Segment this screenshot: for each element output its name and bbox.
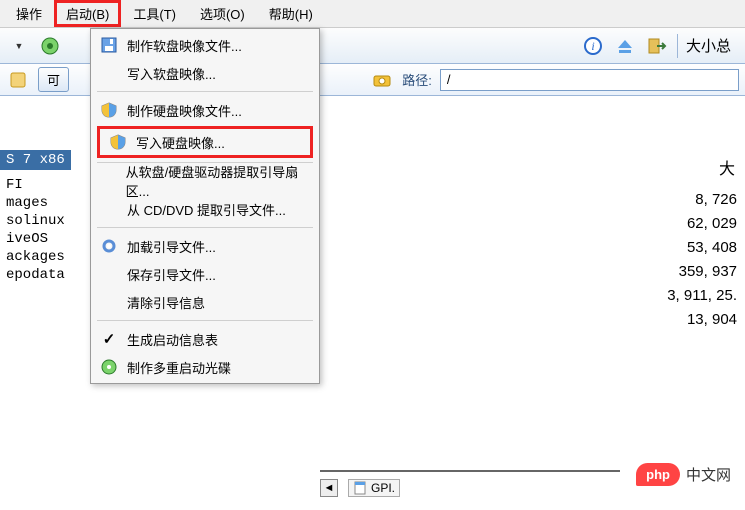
menu-separator <box>97 227 313 228</box>
tree-item[interactable]: FI <box>0 176 90 194</box>
status-label: GPI. <box>371 481 395 495</box>
disc-icon <box>99 357 119 377</box>
path-label: 路径: <box>402 70 432 89</box>
menu-options[interactable]: 选项(O) <box>188 0 257 27</box>
gear-icon <box>99 236 119 256</box>
menu-make-hdd-image[interactable]: 制作硬盘映像文件... <box>91 96 319 124</box>
svg-text:i: i <box>591 39 594 53</box>
history-dropdown-icon[interactable]: ▼ <box>6 34 30 58</box>
tree-list: FI mages solinux iveOS ackages epodata <box>0 176 90 284</box>
tree-item[interactable]: mages <box>0 194 90 212</box>
menu-label: 加载引导文件... <box>127 237 216 256</box>
watermark-logo: php 中文网 <box>636 463 731 486</box>
size-value: 62, 029 <box>637 212 737 236</box>
php-badge: php <box>636 463 680 486</box>
menu-label: 写入软盘映像... <box>127 64 216 83</box>
menu-label: 制作硬盘映像文件... <box>127 101 242 120</box>
menu-label: 从 CD/DVD 提取引导文件... <box>127 200 286 219</box>
menu-load-boot-file[interactable]: 加载引导文件... <box>91 232 319 260</box>
bootable-button[interactable]: 可 <box>38 67 69 92</box>
menubar: 操作 启动(B) 工具(T) 选项(O) 帮助(H) <box>0 0 745 28</box>
file-icon <box>353 481 367 495</box>
menu-gen-boot-table[interactable]: ✓ 生成启动信息表 <box>91 325 319 353</box>
menu-label: 从软盘/硬盘驱动器提取引导扇区... <box>126 162 309 200</box>
blank-icon <box>99 199 119 219</box>
blank-icon <box>99 63 119 83</box>
menu-save-boot-file[interactable]: 保存引导文件... <box>91 260 319 288</box>
book-icon[interactable] <box>6 68 30 92</box>
total-size-label: 大小总 <box>686 35 731 56</box>
shield-icon <box>108 132 128 152</box>
menu-operation[interactable]: 操作 <box>4 0 54 27</box>
menu-extract-bootsector[interactable]: 从软盘/硬盘驱动器提取引导扇区... <box>91 167 319 195</box>
menu-clear-boot-info[interactable]: 清除引导信息 <box>91 288 319 316</box>
menu-make-multiboot-disc[interactable]: 制作多重启动光碟 <box>91 353 319 381</box>
menu-label: 保存引导文件... <box>127 265 216 284</box>
menu-help[interactable]: 帮助(H) <box>257 0 325 27</box>
size-value: 359, 937 <box>637 260 737 284</box>
tree-item[interactable]: ackages <box>0 248 90 266</box>
size-column: 大 8, 726 62, 029 53, 408 359, 937 3, 911… <box>637 158 737 332</box>
size-value: 13, 904 <box>637 308 737 332</box>
menu-label: 制作软盘映像文件... <box>127 36 242 55</box>
menu-separator <box>97 320 313 321</box>
menu-make-floppy-image[interactable]: 制作软盘映像文件... <box>91 31 319 59</box>
exit-icon[interactable] <box>645 34 669 58</box>
size-value: 8, 726 <box>637 188 737 212</box>
path-input[interactable] <box>440 69 739 91</box>
blank-icon <box>99 264 119 284</box>
size-value: 3, 911, 25. <box>637 284 737 308</box>
scroll-left-button[interactable]: ◄ <box>320 479 338 497</box>
burn-icon[interactable] <box>38 34 62 58</box>
size-value: 53, 408 <box>637 236 737 260</box>
menu-boot[interactable]: 启动(B) <box>54 0 121 27</box>
menu-write-hdd-image[interactable]: 写入硬盘映像... <box>100 129 310 155</box>
eject-icon[interactable] <box>613 34 637 58</box>
tree-item[interactable]: iveOS <box>0 230 90 248</box>
menu-tools[interactable]: 工具(T) <box>121 0 188 27</box>
blank-icon <box>99 292 119 312</box>
bottom-pane: ◄ GPI. <box>320 470 620 500</box>
tree-item[interactable]: solinux <box>0 212 90 230</box>
watermark-label: 中文网 <box>686 464 731 485</box>
menu-label: 制作多重启动光碟 <box>127 358 231 377</box>
floppy-icon <box>99 35 119 55</box>
menu-write-floppy-image[interactable]: 写入软盘映像... <box>91 59 319 87</box>
boot-menu-dropdown: 制作软盘映像文件... 写入软盘映像... 制作硬盘映像文件... 写入硬盘映像… <box>90 28 320 384</box>
shield-icon <box>99 100 119 120</box>
menu-separator <box>97 91 313 92</box>
info-icon[interactable]: i <box>581 34 605 58</box>
menu-label: 写入硬盘映像... <box>136 133 225 152</box>
blank-icon <box>99 171 118 191</box>
checkmark-icon: ✓ <box>99 329 119 349</box>
tree-tab[interactable]: S 7 x86 <box>0 150 71 170</box>
tree-item[interactable]: epodata <box>0 266 90 284</box>
menu-label: 生成启动信息表 <box>127 330 218 349</box>
menu-label: 清除引导信息 <box>127 293 205 312</box>
status-item-gpl[interactable]: GPI. <box>348 479 400 497</box>
size-column-header: 大 <box>637 158 737 182</box>
camera-icon[interactable] <box>370 68 394 92</box>
highlighted-menu-item: 写入硬盘映像... <box>97 126 313 158</box>
